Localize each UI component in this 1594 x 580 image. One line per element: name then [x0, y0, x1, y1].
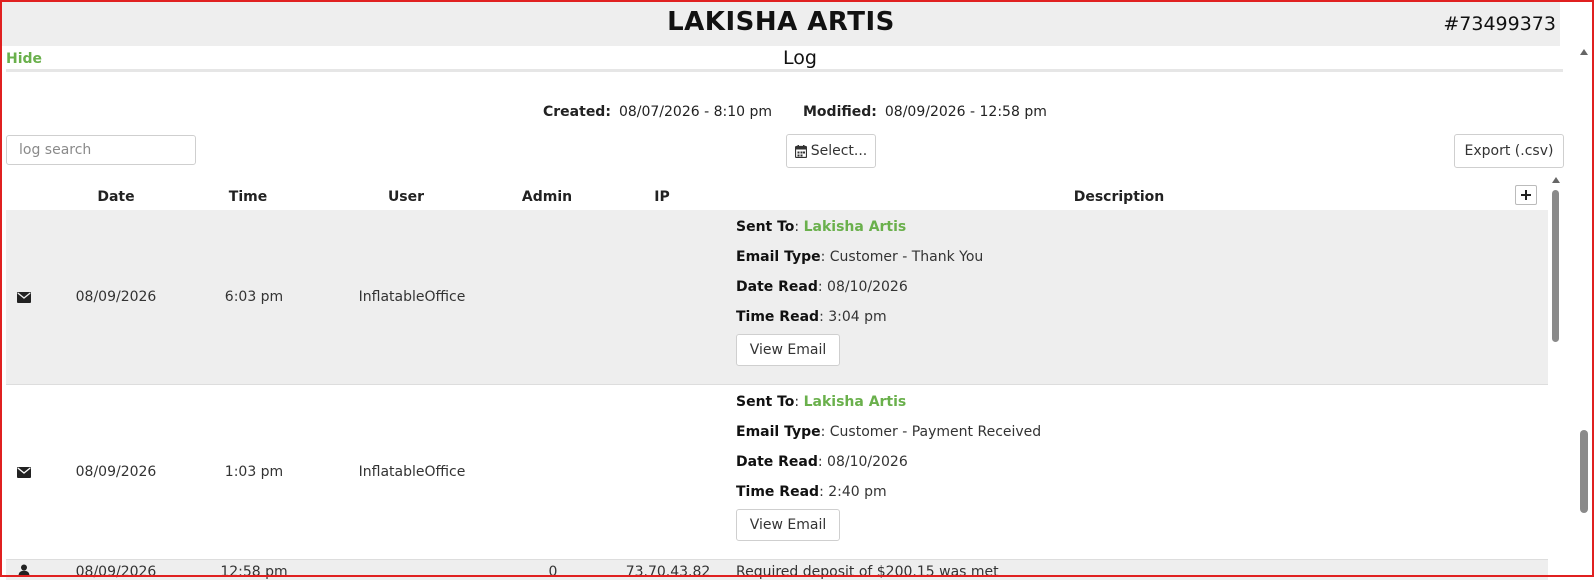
outer-scrollbar-thumb[interactable] — [1580, 430, 1588, 513]
row-description: Sent To: Lakisha Artis Email Type: Custo… — [736, 387, 1041, 541]
sent-to-label: Sent To — [736, 394, 795, 410]
view-email-label: View Email — [749, 342, 827, 358]
customer-name: LAKISHA ARTIS — [667, 7, 895, 37]
row-user: InflatableOffice — [358, 289, 466, 305]
view-email-button[interactable]: View Email — [736, 509, 840, 541]
column-header-time: Time — [228, 189, 268, 205]
column-header-description: Description — [1073, 189, 1165, 205]
column-header-user: User — [387, 189, 425, 205]
date-read-label: Date Read — [736, 279, 818, 295]
time-read-value: 2:40 pm — [828, 484, 887, 500]
row-description: Required deposit of $200.15 was met — [736, 564, 999, 580]
sent-to-label: Sent To — [736, 219, 795, 235]
row-date: 08/09/2026 — [75, 564, 157, 580]
row-ip: 73.70.43.82 — [625, 564, 711, 580]
hide-link[interactable]: Hide — [6, 51, 42, 67]
created-info: Created: 08/07/2026 - 8:10 pm — [543, 104, 772, 120]
table-row: 08/09/2026 6:03 pm InflatableOffice Sent… — [6, 210, 1548, 385]
table-row: 08/09/2026 1:03 pm InflatableOffice Sent… — [6, 385, 1548, 560]
select-button-label: Select... — [810, 143, 868, 159]
email-type-label: Email Type — [736, 249, 821, 265]
outer-scroll-up-arrow[interactable] — [1580, 49, 1588, 55]
date-select-button[interactable]: Select... — [786, 134, 876, 168]
column-header-ip: IP — [654, 189, 670, 205]
modified-value: 08/09/2026 - 12:58 pm — [884, 104, 1047, 120]
row-admin: 0 — [548, 564, 558, 580]
email-type-value: Customer - Payment Received — [829, 424, 1042, 440]
page-header: LAKISHA ARTIS #73499373 — [2, 2, 1560, 46]
modified-label: Modified: — [803, 104, 877, 120]
created-value: 08/07/2026 - 8:10 pm — [618, 104, 772, 120]
export-csv-button[interactable]: Export (.csv) — [1454, 134, 1564, 168]
plus-icon — [1521, 190, 1531, 200]
order-number: #73499373 — [1443, 13, 1556, 35]
row-user: InflatableOffice — [358, 464, 466, 480]
column-header-admin: Admin — [521, 189, 573, 205]
expand-columns-button[interactable] — [1515, 185, 1537, 205]
title-divider — [6, 69, 1563, 72]
email-type-label: Email Type — [736, 424, 821, 440]
inner-scroll-up-arrow[interactable] — [1552, 177, 1560, 183]
time-read-value: 3:04 pm — [828, 309, 887, 325]
row-time: 12:58 pm — [220, 564, 288, 580]
row-time: 1:03 pm — [224, 464, 284, 480]
envelope-icon — [17, 467, 31, 478]
inner-scrollbar-thumb[interactable] — [1552, 190, 1559, 342]
view-email-label: View Email — [749, 517, 827, 533]
section-title: Log — [783, 47, 817, 69]
sent-to-link[interactable]: Lakisha Artis — [804, 219, 907, 235]
user-icon — [18, 564, 30, 576]
row-date: 08/09/2026 — [75, 289, 157, 305]
sent-to-link[interactable]: Lakisha Artis — [804, 394, 907, 410]
email-type-value: Customer - Thank You — [829, 249, 984, 265]
log-search-input[interactable] — [6, 135, 196, 165]
date-read-value: 08/10/2026 — [827, 279, 908, 295]
row-time: 6:03 pm — [224, 289, 284, 305]
table-row: 08/09/2026 12:58 pm 0 73.70.43.82 Requir… — [6, 560, 1548, 580]
date-read-label: Date Read — [736, 454, 818, 470]
envelope-icon — [17, 292, 31, 303]
created-label: Created: — [543, 104, 611, 120]
row-description: Sent To: Lakisha Artis Email Type: Custo… — [736, 212, 983, 366]
time-read-label: Time Read — [736, 484, 820, 500]
row-date: 08/09/2026 — [75, 464, 157, 480]
time-read-label: Time Read — [736, 309, 820, 325]
export-button-label: Export (.csv) — [1464, 143, 1554, 159]
date-read-value: 08/10/2026 — [827, 454, 908, 470]
column-header-date: Date — [97, 189, 135, 205]
calendar-icon — [794, 144, 807, 158]
view-email-button[interactable]: View Email — [736, 334, 840, 366]
modified-info: Modified: 08/09/2026 - 12:58 pm — [803, 104, 1047, 120]
